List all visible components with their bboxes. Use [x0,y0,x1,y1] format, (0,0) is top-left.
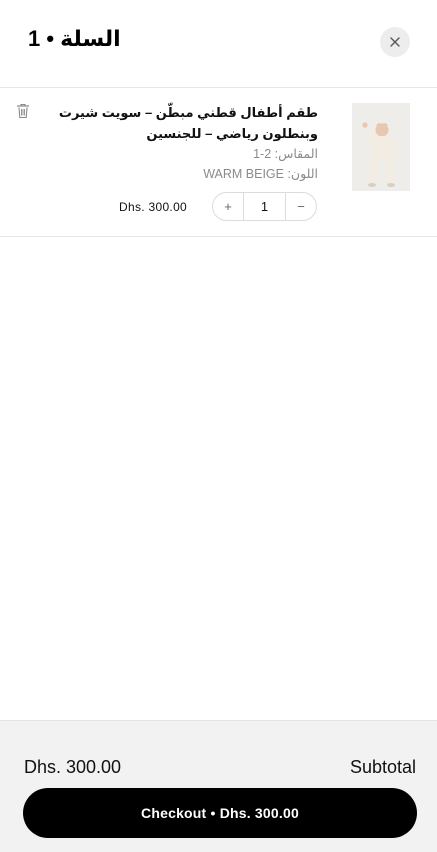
cart-title: السلة • 1 [28,26,121,51]
cart-header: السلة • 1 [0,0,437,88]
decrement-button[interactable]: − [286,193,316,220]
subtotal-amount: Dhs. 300.00 [24,757,122,777]
product-image[interactable] [352,103,410,191]
increment-button[interactable]: + [213,193,243,220]
product-photo [352,103,410,191]
cart-line-item: طقم أطفال قطني مبطّن – سويت شيرت وبنطلون… [0,88,437,237]
item-price: Dhs. 300.00 [119,200,188,214]
subtotal-label: Subtotal [349,757,416,777]
cart-footer: Dhs. 300.00 Subtotal Checkout • Dhs. 300… [0,720,437,852]
product-color: اللون: WARM BEIGE [203,167,318,181]
close-icon [390,37,400,47]
product-name[interactable]: طقم أطفال قطني مبطّن – سويت شيرت وبنطلون… [34,102,318,144]
quantity-stepper: + 1 − [212,192,317,221]
quantity-value[interactable]: 1 [243,193,286,220]
trash-icon[interactable] [16,103,30,119]
product-size: المقاس: 2-1 [253,147,318,161]
close-button[interactable] [380,27,410,57]
checkout-button[interactable]: Checkout • Dhs. 300.00 [23,788,417,838]
